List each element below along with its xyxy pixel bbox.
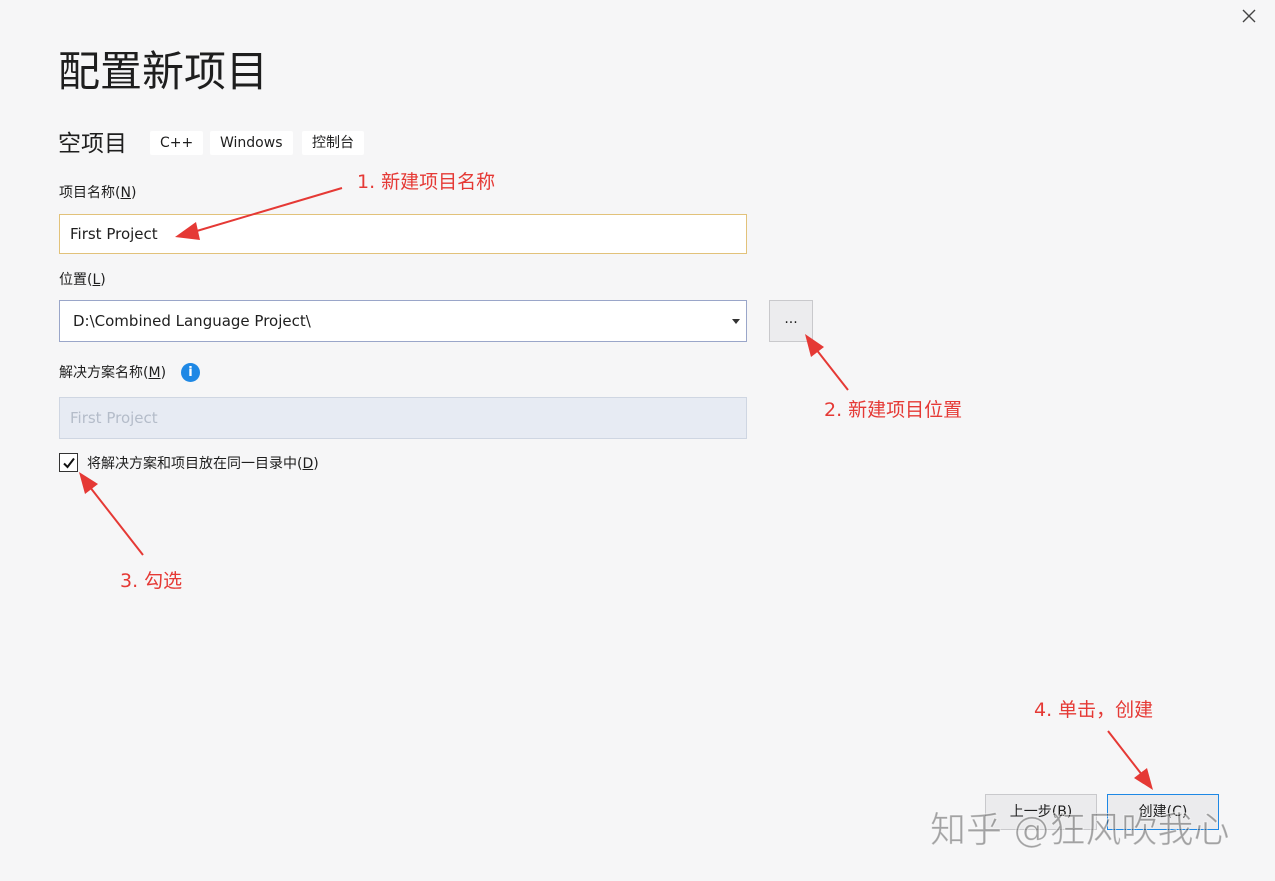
- annotation-4: 4. 单击，创建: [1034, 699, 1154, 721]
- close-button[interactable]: [1234, 2, 1264, 30]
- info-icon[interactable]: i: [181, 363, 200, 382]
- project-name-label: 项目名称(N): [59, 185, 137, 201]
- tag-cpp: C++: [150, 131, 204, 155]
- annotation-3: 3. 勾选: [120, 570, 183, 592]
- page-title: 配置新项目: [58, 47, 269, 96]
- tag-console: 控制台: [302, 131, 364, 155]
- annotation-2: 2. 新建项目位置: [824, 399, 963, 421]
- chevron-down-icon[interactable]: [726, 301, 746, 341]
- solution-name-input[interactable]: First Project: [59, 397, 747, 439]
- location-label: 位置(L): [59, 272, 106, 288]
- tag-windows: Windows: [210, 131, 293, 155]
- arrow-2-line: [811, 343, 849, 391]
- watermark: 知乎 @狂风吹我心: [929, 810, 1230, 852]
- close-icon: [1242, 9, 1256, 23]
- same-directory-label[interactable]: 将解决方案和项目放在同一目录中(D): [87, 454, 319, 474]
- location-value: D:\Combined Language Project\: [73, 312, 311, 330]
- template-name: 空项目: [58, 131, 127, 157]
- arrow-4-line: [1107, 730, 1147, 781]
- solution-name-label: 解决方案名称(M): [59, 365, 167, 381]
- arrow-4-head: [1134, 768, 1153, 790]
- checkmark-icon: [62, 457, 75, 469]
- location-select[interactable]: D:\Combined Language Project\: [59, 300, 747, 342]
- project-name-input[interactable]: First Project: [59, 214, 747, 254]
- browse-button[interactable]: ...: [769, 300, 813, 342]
- arrow-3-line: [85, 481, 144, 556]
- annotation-1: 1. 新建项目名称: [357, 171, 496, 193]
- arrow-3-head: [79, 472, 98, 494]
- same-directory-checkbox[interactable]: [59, 453, 78, 472]
